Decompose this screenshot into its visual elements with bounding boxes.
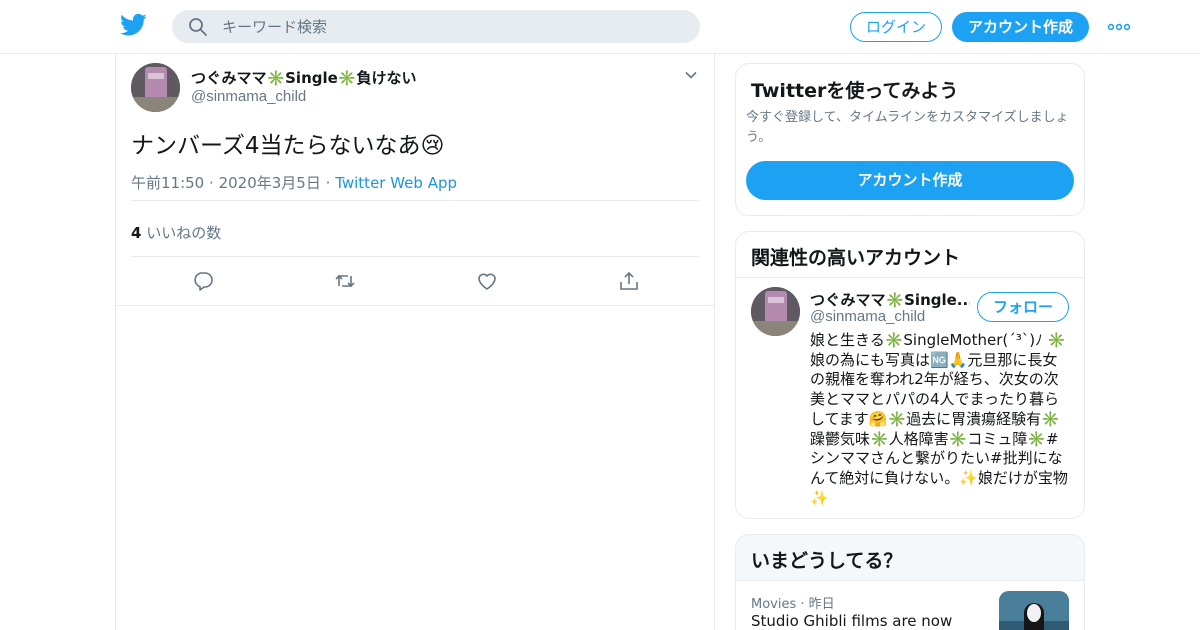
divider [131,256,699,257]
trend-title[interactable]: Studio Ghibli films are now [751,612,952,630]
author-handle[interactable]: @sinmama_child [191,88,306,105]
trend-time: 昨日 [808,597,835,612]
signup-button[interactable]: アカウント作成 [952,12,1089,42]
search-input[interactable] [222,10,682,43]
search-box[interactable] [172,10,700,43]
tweet-time[interactable]: 午前11:50 [131,174,204,192]
signup-card-button[interactable]: アカウント作成 [746,161,1074,200]
chevron-down-icon[interactable] [684,68,698,82]
retweet-icon[interactable] [334,270,356,292]
tweet-date[interactable]: 2020年3月5日 [219,174,321,192]
tweet: つぐみママ✳️Single✳️負けない @sinmama_child ナンバーズ… [116,54,714,306]
avatar[interactable] [751,287,800,336]
likes-stat[interactable]: 4 いいねの数 [131,222,221,243]
related-account-name[interactable]: つぐみママ✳️Single... [810,289,970,310]
top-bar: ログイン アカウント作成 [0,0,1200,54]
main-column: つぐみママ✳️Single✳️負けない @sinmama_child ナンバーズ… [115,54,715,630]
tweet-source-link[interactable]: Twitter Web App [335,174,457,192]
related-account-bio: 娘と生きる✳️SingleMother(´³`)ﾉ ✳️娘の為にも写真は🆖🙏元旦… [810,331,1068,507]
related-accounts-title: 関連性の高いアカウント [751,247,961,269]
twitter-bird-icon[interactable] [120,13,147,37]
signup-card-description: 今すぐ登録して、タイムラインをカスタマイズしましょう。 [746,110,1069,145]
trend-item[interactable]: Movies · 昨日 Studio Ghibli films are now [736,580,1084,630]
search-icon [189,18,207,36]
related-accounts-card: 関連性の高いアカウント つぐみママ✳️Single... @sinmama_ch… [735,231,1085,519]
like-icon[interactable] [476,270,498,292]
avatar[interactable] [131,63,180,112]
likes-label: いいねの数 [146,224,222,242]
trends-card: いまどうしてる？ Movies · 昨日 Studio Ghibli films… [735,534,1085,630]
trend-category: Movies [751,597,797,612]
related-account-handle[interactable]: @sinmama_child [810,308,925,325]
tweet-text: ナンバーズ4当たらないなあ😢 [131,133,445,159]
trend-meta: Movies · 昨日 [751,593,835,612]
meta-dot: · [325,174,331,192]
more-dots-icon[interactable] [1107,18,1131,36]
divider [131,200,699,201]
tweet-meta: 午前11:50 · 2020年3月5日 · Twitter Web App [131,172,457,193]
login-button[interactable]: ログイン [850,12,942,42]
trend-thumbnail[interactable] [999,591,1069,630]
author-name[interactable]: つぐみママ✳️Single✳️負けない [191,67,416,88]
signup-card-title: Twitterを使ってみよう [751,80,959,102]
follow-button[interactable]: フォロー [977,292,1069,322]
likes-count: 4 [131,224,142,242]
meta-dot: · [800,597,805,612]
signup-card: Twitterを使ってみよう 今すぐ登録して、タイムラインをカスタマイズしましょ… [735,63,1085,216]
share-icon[interactable] [618,270,640,292]
trends-title: いまどうしてる？ [751,550,903,572]
divider [736,277,1084,278]
reply-icon[interactable] [192,270,214,292]
meta-dot: · [209,174,214,192]
